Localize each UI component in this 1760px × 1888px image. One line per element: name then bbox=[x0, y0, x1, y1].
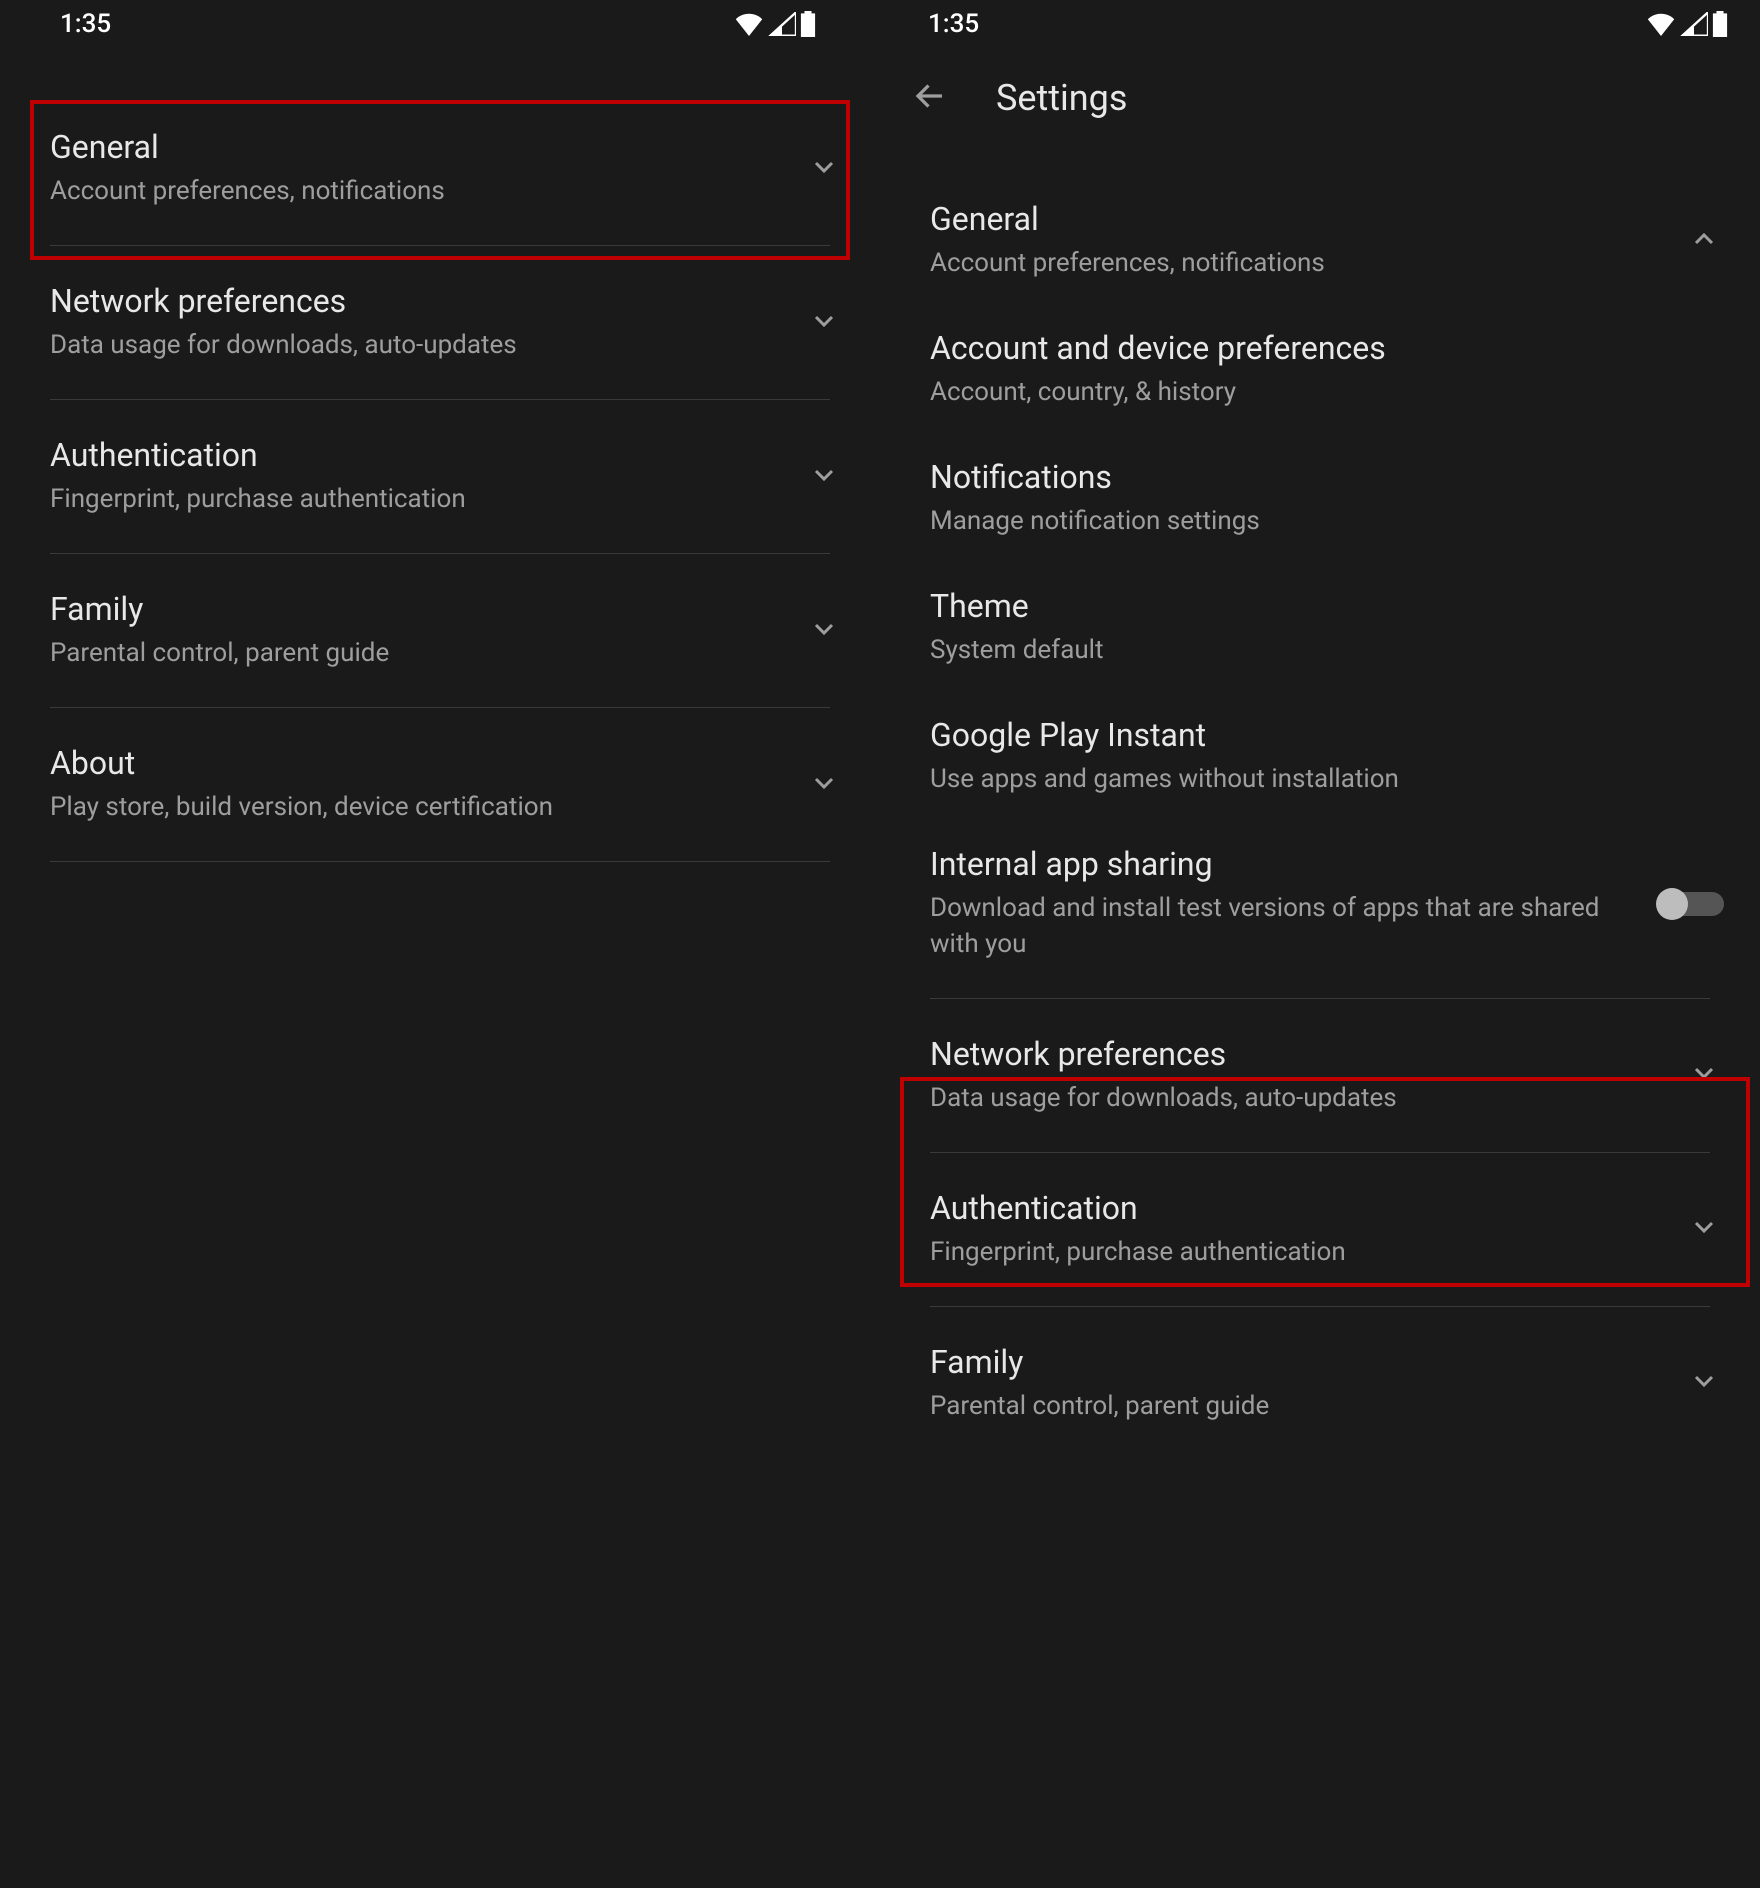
status-bar: 1:35 bbox=[880, 0, 1760, 48]
chevron-down-icon bbox=[808, 459, 840, 495]
divider bbox=[930, 1306, 1710, 1307]
item-sub: Manage notification settings bbox=[930, 504, 1650, 539]
item-sub: Use apps and games without installation bbox=[930, 762, 1650, 797]
divider bbox=[930, 1152, 1710, 1153]
item-network-preferences[interactable]: Network preferences Data usage for downl… bbox=[880, 1011, 1760, 1140]
chevron-down-icon bbox=[808, 151, 840, 187]
item-account-device-preferences[interactable]: Account and device preferences Account, … bbox=[880, 305, 1760, 434]
wifi-icon bbox=[1646, 12, 1676, 36]
arrow-back-icon bbox=[912, 78, 948, 114]
divider bbox=[50, 245, 830, 246]
item-sub: Play store, build version, device certif… bbox=[50, 790, 770, 825]
item-sub: Fingerprint, purchase authentication bbox=[930, 1235, 1650, 1270]
divider bbox=[50, 707, 830, 708]
item-notifications[interactable]: Notifications Manage notification settin… bbox=[880, 434, 1760, 563]
chevron-down-icon bbox=[808, 613, 840, 649]
settings-list: General Account preferences, notificatio… bbox=[0, 48, 880, 862]
signal-icon bbox=[1680, 12, 1708, 36]
status-time: 1:35 bbox=[928, 9, 979, 39]
item-network-preferences[interactable]: Network preferences Data usage for downl… bbox=[0, 258, 880, 387]
toggle-thumb bbox=[1656, 888, 1688, 920]
item-title: Authentication bbox=[50, 436, 770, 474]
item-sub: Account preferences, notifications bbox=[930, 246, 1650, 281]
item-theme[interactable]: Theme System default bbox=[880, 563, 1760, 692]
item-title: General bbox=[930, 200, 1650, 238]
signal-icon bbox=[768, 12, 796, 36]
page-title: Settings bbox=[996, 77, 1127, 119]
divider bbox=[50, 861, 830, 862]
item-title: Family bbox=[50, 590, 770, 628]
item-title: Google Play Instant bbox=[930, 716, 1650, 754]
item-sub: Parental control, parent guide bbox=[930, 1389, 1650, 1424]
item-general[interactable]: General Account preferences, notificatio… bbox=[880, 176, 1760, 305]
item-title: Internal app sharing bbox=[930, 845, 1620, 883]
status-bar: 1:35 bbox=[0, 0, 880, 48]
chevron-up-icon bbox=[1688, 223, 1720, 259]
item-title: Network preferences bbox=[50, 282, 770, 320]
item-title: Notifications bbox=[930, 458, 1650, 496]
item-sub: Account preferences, notifications bbox=[50, 174, 770, 209]
item-internal-app-sharing[interactable]: Internal app sharing Download and instal… bbox=[880, 821, 1760, 985]
item-about[interactable]: About Play store, build version, device … bbox=[0, 720, 880, 849]
chevron-down-icon bbox=[808, 305, 840, 341]
item-title: About bbox=[50, 744, 770, 782]
item-title: Theme bbox=[930, 587, 1650, 625]
item-title: Account and device preferences bbox=[930, 329, 1650, 367]
status-time: 1:35 bbox=[60, 9, 111, 39]
chevron-down-icon bbox=[1688, 1057, 1720, 1093]
wifi-icon bbox=[734, 12, 764, 36]
item-sub: Data usage for downloads, auto-updates bbox=[50, 328, 770, 363]
item-sub: Parental control, parent guide bbox=[50, 636, 770, 671]
item-family[interactable]: Family Parental control, parent guide bbox=[0, 566, 880, 695]
item-google-play-instant[interactable]: Google Play Instant Use apps and games w… bbox=[880, 692, 1760, 821]
back-button[interactable] bbox=[904, 70, 956, 126]
item-title: Family bbox=[930, 1343, 1650, 1381]
item-title: Authentication bbox=[930, 1189, 1650, 1227]
chevron-down-icon bbox=[808, 767, 840, 803]
chevron-down-icon bbox=[1688, 1211, 1720, 1247]
item-sub: Download and install test versions of ap… bbox=[930, 891, 1620, 961]
status-icons bbox=[734, 11, 816, 37]
item-sub: Data usage for downloads, auto-updates bbox=[930, 1081, 1650, 1116]
item-title: General bbox=[50, 128, 770, 166]
item-general[interactable]: General Account preferences, notificatio… bbox=[0, 104, 880, 233]
item-authentication[interactable]: Authentication Fingerprint, purchase aut… bbox=[0, 412, 880, 541]
item-authentication[interactable]: Authentication Fingerprint, purchase aut… bbox=[880, 1165, 1760, 1294]
item-sub: Account, country, & history bbox=[930, 375, 1650, 410]
chevron-down-icon bbox=[1688, 1365, 1720, 1401]
battery-icon bbox=[800, 11, 816, 37]
divider bbox=[930, 998, 1710, 999]
divider bbox=[50, 553, 830, 554]
battery-icon bbox=[1712, 11, 1728, 37]
app-bar: Settings bbox=[880, 48, 1760, 148]
settings-list: General Account preferences, notificatio… bbox=[880, 148, 1760, 1448]
item-family[interactable]: Family Parental control, parent guide bbox=[880, 1319, 1760, 1448]
internal-app-sharing-toggle[interactable] bbox=[1656, 886, 1724, 922]
item-sub: Fingerprint, purchase authentication bbox=[50, 482, 770, 517]
status-icons bbox=[1646, 11, 1728, 37]
item-title: Network preferences bbox=[930, 1035, 1650, 1073]
item-sub: System default bbox=[930, 633, 1650, 668]
divider bbox=[50, 399, 830, 400]
right-pane: 1:35 Settings General Account preference… bbox=[880, 0, 1760, 1888]
left-pane: 1:35 General Account preferences, notifi… bbox=[0, 0, 880, 1888]
